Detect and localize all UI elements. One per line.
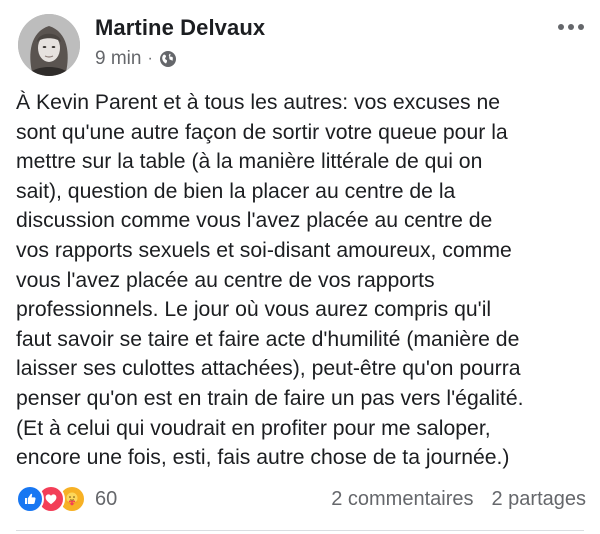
meta-separator: · <box>147 50 153 67</box>
post-text-line: vos rapports sexuels et soi-disant amour… <box>16 238 512 262</box>
avatar[interactable] <box>18 14 80 76</box>
post-timestamp[interactable]: 9 min <box>95 48 141 70</box>
more-dot <box>558 24 564 30</box>
post-text-line: (Et à celui qui voudrait en profiter pou… <box>16 416 491 440</box>
post-text-line: encore une fois, esti, fais autre chose … <box>16 446 510 470</box>
post-text-line: discussion comme vous l'avez placée au c… <box>16 209 493 233</box>
avatar-portrait-icon <box>18 14 80 76</box>
post-footer: 60 2 commentaires 2 partages <box>16 484 586 514</box>
reaction-count: 60 <box>95 487 118 510</box>
post-body: À Kevin Parent et à tous les autres: vos… <box>16 88 591 473</box>
more-options-icon[interactable] <box>558 24 584 30</box>
post-text-line: vous l'avez placée au centre de vos rapp… <box>16 268 435 292</box>
post-text-line: sait), question de bien la placer au cen… <box>16 179 456 203</box>
globe-icon <box>159 51 176 67</box>
more-dot <box>568 24 574 30</box>
shares-link[interactable]: 2 partages <box>491 488 586 511</box>
comments-link[interactable]: 2 commentaires <box>331 488 473 511</box>
engagement-counts: 2 commentaires 2 partages <box>331 488 586 511</box>
facebook-post: Martine Delvaux 9 min · À Kevin Parent e… <box>0 0 600 534</box>
post-text-line: À Kevin Parent et à tous les autres: vos… <box>16 91 501 114</box>
post-text-line: sont qu'une autre façon de sortir votre … <box>16 120 508 144</box>
post-text-line: faut savoir se taire et faire acte d'hum… <box>16 327 520 351</box>
post-text-line: laisser ses culottes attachées), peut-êt… <box>16 357 521 381</box>
reactions-summary[interactable]: 60 <box>16 485 117 513</box>
like-icon <box>16 485 44 513</box>
post-meta: 9 min · <box>95 48 177 70</box>
footer-divider <box>16 530 584 531</box>
post-text-line: professionnels. Le jour où vous aurez co… <box>16 298 492 322</box>
post-text-line: mettre sur la table (à la manière littér… <box>16 150 483 174</box>
more-dot <box>578 24 584 30</box>
author-name[interactable]: Martine Delvaux <box>95 15 265 41</box>
post-text-line: penser qu'on est en train de faire un pa… <box>16 386 524 410</box>
